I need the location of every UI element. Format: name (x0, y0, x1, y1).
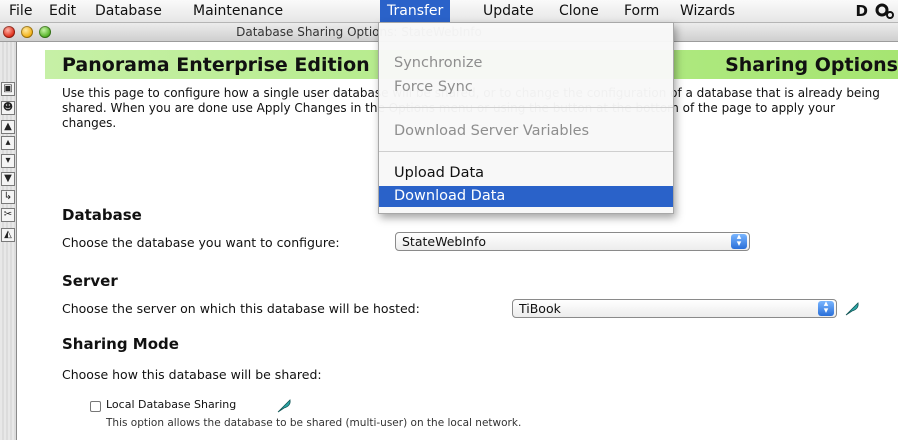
menu-wizards[interactable]: Wizards (673, 0, 742, 22)
menu-transfer[interactable]: Transfer (380, 0, 451, 22)
left-toolbar: ▣ ☻ ▲ ▴ ▾ ▼ ↳ ✂ ◭ (0, 42, 17, 440)
feather-icon[interactable] (844, 301, 860, 317)
sharing-mode-label: Choose how this database will be shared: (62, 367, 322, 382)
toolbar-form-icon[interactable]: ▣ (1, 82, 15, 96)
popup-arrows-icon: ▴ ▾ (818, 300, 834, 316)
page-subtitle: Sharing Options (725, 54, 898, 76)
page-title: Panorama Enterprise Edition (62, 54, 370, 76)
menu-file[interactable]: File (2, 0, 39, 22)
transfer-menu: Synchronize Force Sync Download Server V… (378, 22, 674, 214)
menu-clone[interactable]: Clone (552, 0, 606, 22)
toolbar-last-record-icon[interactable]: ▼ (1, 172, 15, 186)
menu-item-download-data[interactable]: Download Data (379, 186, 673, 207)
menu-edit[interactable]: Edit (42, 0, 83, 22)
server-heading: Server (62, 272, 118, 290)
server-popup-value: TiBook (519, 301, 561, 316)
database-heading: Database (62, 206, 142, 224)
toolbar-next-record-icon[interactable]: ▾ (1, 154, 15, 168)
local-sharing-checkbox[interactable] (90, 401, 101, 412)
menu-item-upload-data[interactable]: Upload Data (379, 163, 673, 184)
database-popup[interactable]: StateWebInfo ▴ ▾ (395, 232, 750, 251)
feather-icon[interactable] (276, 398, 292, 414)
menu-bar: File Edit Database Maintenance Transfer … (0, 0, 898, 23)
menu-update[interactable]: Update (476, 0, 541, 22)
toolbar-first-record-icon[interactable]: ▲ (1, 120, 15, 134)
database-popup-value: StateWebInfo (402, 234, 486, 249)
local-sharing-description: This option allows the database to be sh… (106, 417, 522, 429)
toolbar-tool-icon[interactable]: ◭ (1, 228, 15, 242)
server-label: Choose the server on which this database… (62, 301, 420, 316)
gear-icon[interactable] (874, 2, 894, 24)
toolbar-prev-record-icon[interactable]: ▴ (1, 136, 15, 150)
menu-separator (379, 107, 673, 108)
toolbar-insert-icon[interactable]: ↳ (1, 190, 15, 204)
menu-item-force-sync[interactable]: Force Sync (379, 77, 673, 98)
menu-item-download-server-variables[interactable]: Download Server Variables (379, 121, 673, 142)
database-label: Choose the database you want to configur… (62, 235, 340, 250)
toolbar-people-icon[interactable]: ☻ (1, 101, 15, 115)
local-sharing-label: Local Database Sharing (106, 398, 237, 411)
server-popup[interactable]: TiBook ▴ ▾ (512, 299, 837, 318)
menu-extra-d[interactable]: D (856, 0, 868, 22)
menu-database[interactable]: Database (88, 0, 169, 22)
menu-separator (379, 151, 673, 152)
sharing-mode-heading: Sharing Mode (62, 335, 179, 353)
menu-maintenance[interactable]: Maintenance (186, 0, 290, 22)
toolbar-scissors-icon[interactable]: ✂ (1, 208, 15, 222)
menu-item-synchronize[interactable]: Synchronize (379, 53, 673, 74)
menu-form[interactable]: Form (617, 0, 666, 22)
popup-arrows-icon: ▴ ▾ (731, 233, 747, 249)
